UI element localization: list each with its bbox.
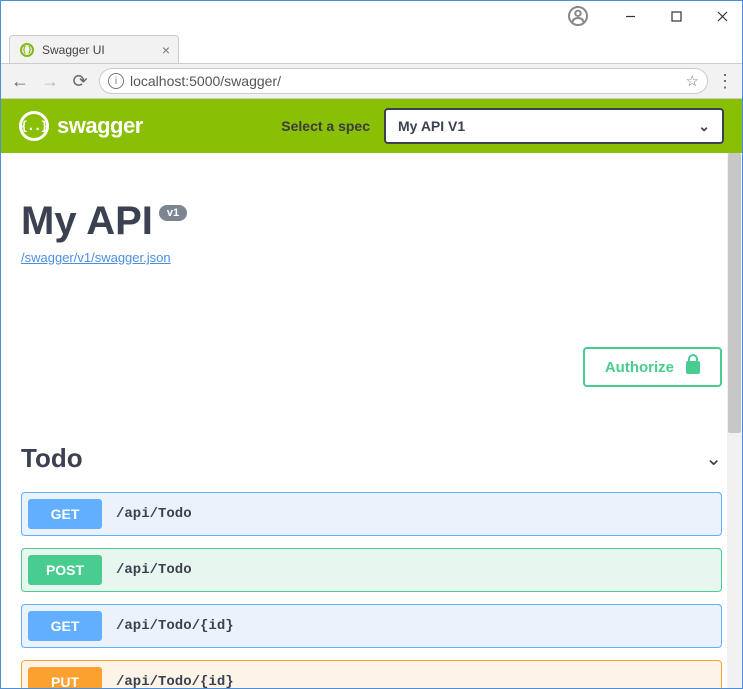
tab-title: Swagger UI: [42, 43, 105, 57]
window-close-button[interactable]: [708, 5, 736, 27]
browser-tab[interactable]: { } Swagger UI ×: [9, 35, 179, 63]
operations-list: GET/api/TodoPOST/api/TodoGET/api/Todo/{i…: [21, 492, 722, 688]
authorize-button[interactable]: Authorize: [583, 347, 722, 387]
tag-name: Todo: [21, 443, 83, 474]
browser-menu-button[interactable]: ⋮: [716, 71, 734, 92]
nav-forward-button[interactable]: →: [39, 71, 61, 92]
select-spec-label: Select a spec: [281, 118, 370, 134]
scrollbar-thumb[interactable]: [728, 153, 741, 433]
api-title: My API v1: [21, 199, 722, 244]
url-text: localhost:5000/swagger/: [130, 73, 281, 89]
unlock-icon: [686, 361, 700, 374]
authorize-row: Authorize: [21, 347, 722, 387]
browser-toolbar: ← → ⟳ i localhost:5000/swagger/ ☆ ⋮: [1, 63, 742, 99]
swagger-brand-text: swagger: [57, 113, 143, 139]
swagger-topbar: {..} swagger Select a spec My API V1 ⌄: [1, 99, 742, 153]
api-title-text: My API: [21, 199, 153, 244]
address-bar[interactable]: i localhost:5000/swagger/ ☆: [99, 68, 708, 94]
spec-select[interactable]: My API V1 ⌄: [384, 108, 724, 144]
swagger-logo-icon: {..}: [19, 111, 49, 141]
api-info: My API v1 /swagger/v1/swagger.json: [21, 153, 722, 267]
browser-tabstrip: { } Swagger UI ×: [1, 31, 742, 63]
http-method-badge: POST: [28, 555, 102, 585]
chevron-down-icon: ⌄: [705, 446, 722, 471]
http-method-badge: GET: [28, 611, 102, 641]
bookmark-star-icon[interactable]: ☆: [686, 72, 699, 90]
swagger-favicon-icon: { }: [20, 43, 34, 57]
operation-row[interactable]: POST/api/Todo: [21, 548, 722, 592]
operation-row[interactable]: GET/api/Todo: [21, 492, 722, 536]
api-version-badge: v1: [159, 205, 187, 221]
operation-path: /api/Todo/{id}: [116, 674, 234, 688]
operation-path: /api/Todo/{id}: [116, 618, 234, 634]
swagger-content: My API v1 /swagger/v1/swagger.json Autho…: [1, 153, 742, 688]
operation-row[interactable]: GET/api/Todo/{id}: [21, 604, 722, 648]
swagger-logo: {..} swagger: [19, 111, 143, 141]
operation-path: /api/Todo: [116, 506, 192, 522]
window-titlebar: [1, 1, 742, 31]
nav-back-button[interactable]: ←: [9, 71, 31, 92]
http-method-badge: GET: [28, 499, 102, 529]
api-spec-link[interactable]: /swagger/v1/swagger.json: [21, 250, 171, 265]
authorize-label: Authorize: [605, 359, 674, 376]
tag-section-header[interactable]: Todo ⌄: [21, 443, 722, 480]
operation-path: /api/Todo: [116, 562, 192, 578]
window-maximize-button[interactable]: [662, 5, 690, 27]
user-account-icon[interactable]: [568, 6, 588, 26]
site-info-icon[interactable]: i: [108, 73, 124, 89]
http-method-badge: PUT: [28, 667, 102, 688]
nav-reload-button[interactable]: ⟳: [69, 71, 91, 92]
spec-select-value: My API V1: [398, 118, 465, 134]
operation-row[interactable]: PUT/api/Todo/{id}: [21, 660, 722, 688]
chevron-down-icon: ⌄: [698, 118, 710, 135]
tab-close-icon[interactable]: ×: [162, 42, 170, 58]
window-minimize-button[interactable]: [616, 5, 644, 27]
